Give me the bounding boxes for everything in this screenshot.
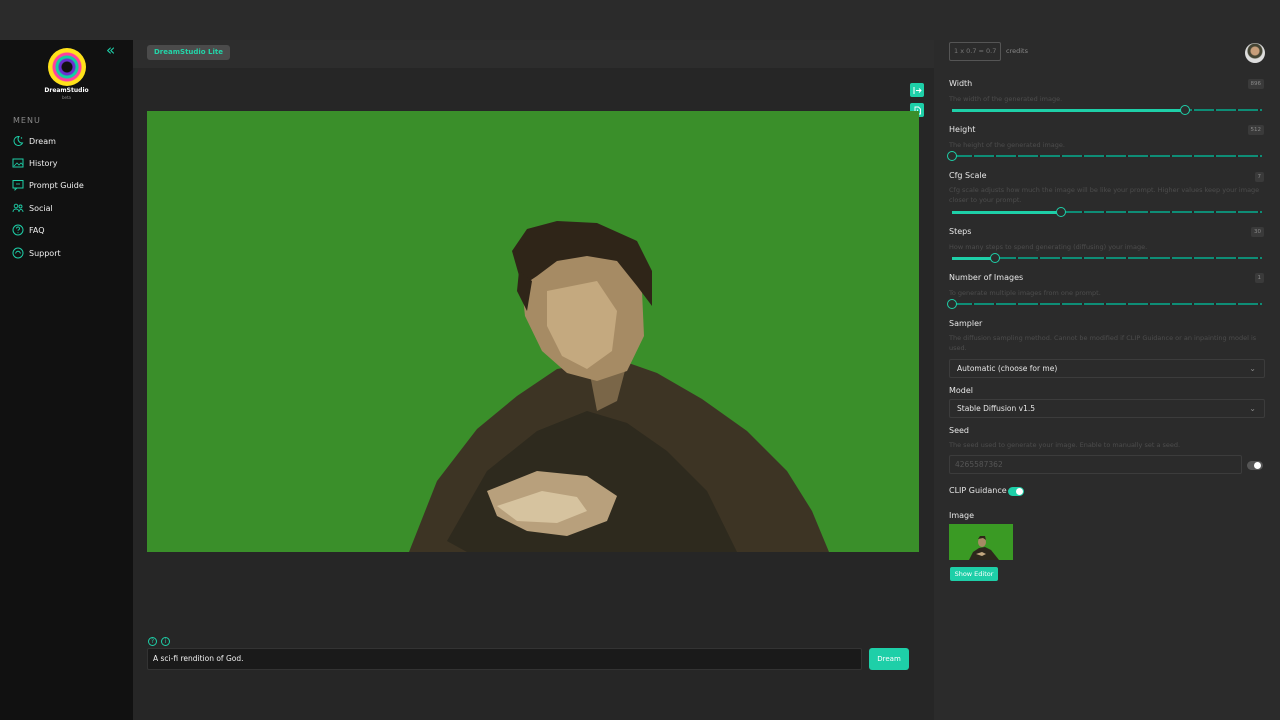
sidebar-item-label: Support bbox=[29, 248, 61, 258]
steps-description: How many steps to spend generating (diff… bbox=[949, 243, 1148, 251]
cfg-scale-value: 7 bbox=[1254, 172, 1264, 182]
sidebar: DreamStudio beta « MENU Dream History Pr… bbox=[0, 40, 133, 720]
model-label: Model bbox=[949, 386, 974, 395]
steps-slider[interactable] bbox=[952, 253, 1262, 263]
cfg-scale-label: Cfg Scale bbox=[949, 171, 987, 180]
prompt-guide-icon bbox=[12, 180, 24, 191]
number-of-images-value: 1 bbox=[1254, 273, 1264, 283]
steps-label: Steps bbox=[949, 227, 972, 236]
width-slider-thumb[interactable] bbox=[1179, 105, 1190, 115]
width-label: Width bbox=[949, 79, 973, 88]
steps-value: 30 bbox=[1251, 227, 1264, 237]
generated-image-canvas[interactable] bbox=[147, 111, 919, 552]
support-icon bbox=[12, 247, 24, 259]
clip-guidance-toggle[interactable] bbox=[1008, 487, 1024, 496]
number-of-images-slider[interactable] bbox=[947, 299, 1262, 309]
init-image-thumbnail[interactable] bbox=[949, 524, 1013, 560]
height-label: Height bbox=[949, 125, 976, 134]
menu-label: MENU bbox=[13, 116, 41, 125]
sidebar-item-label: Social bbox=[29, 203, 53, 213]
top-bar bbox=[0, 0, 1280, 40]
sidebar-item-history[interactable]: History bbox=[12, 154, 57, 172]
prompt-help-row: ? i bbox=[148, 637, 170, 646]
width-slider[interactable] bbox=[952, 105, 1262, 115]
seed-label: Seed bbox=[949, 426, 969, 435]
width-slider-fill bbox=[952, 108, 1185, 112]
dream-button[interactable]: Dream bbox=[869, 648, 909, 670]
height-description: The height of the generated image. bbox=[949, 141, 1065, 149]
steps-slider-fill bbox=[952, 256, 996, 260]
clip-guidance-toggle-knob bbox=[1016, 488, 1023, 495]
seed-toggle-knob bbox=[1254, 462, 1261, 469]
image-label: Image bbox=[949, 511, 975, 520]
cfg-scale-slider-fill bbox=[952, 210, 1061, 214]
prompt-input[interactable]: A sci-fi rendition of God. bbox=[147, 648, 862, 670]
height-slider[interactable] bbox=[947, 151, 1262, 161]
chevron-down-icon: ⌄ bbox=[1249, 404, 1256, 413]
model-select-value: Stable Diffusion v1.5 bbox=[957, 404, 1036, 413]
credits-label: credits bbox=[1006, 47, 1028, 55]
collapse-sidebar-icon[interactable]: « bbox=[106, 43, 115, 58]
number-of-images-slider-thumb[interactable] bbox=[947, 299, 957, 309]
cfg-scale-slider-thumb[interactable] bbox=[1055, 207, 1066, 217]
dream-moon-icon bbox=[13, 135, 24, 146]
sidebar-item-dream[interactable]: Dream bbox=[12, 132, 56, 150]
dreamstudio-logo[interactable] bbox=[48, 48, 86, 86]
expand-panel-icon[interactable] bbox=[910, 83, 924, 97]
faq-question-icon bbox=[12, 224, 24, 236]
sidebar-item-social[interactable]: Social bbox=[12, 199, 53, 217]
number-of-images-description: To generate multiple images from one pro… bbox=[949, 289, 1101, 297]
dreamstudio-lite-badge[interactable]: DreamStudio Lite bbox=[147, 45, 231, 60]
number-of-images-label: Number of Images bbox=[949, 273, 1024, 282]
cfg-scale-slider[interactable] bbox=[952, 207, 1262, 217]
width-value: 896 bbox=[1247, 79, 1264, 89]
sampler-select-value: Automatic (choose for me) bbox=[957, 364, 1058, 373]
width-description: The width of the generated image. bbox=[949, 95, 1063, 103]
chevron-down-icon: ⌄ bbox=[1249, 364, 1256, 373]
sidebar-item-support[interactable]: Support bbox=[12, 244, 61, 262]
sampler-label: Sampler bbox=[949, 319, 983, 328]
sidebar-item-label: FAQ bbox=[29, 225, 45, 235]
credits-calculation: 1 x 0.7 = 0.7 bbox=[949, 42, 1002, 61]
brand-name: DreamStudio bbox=[44, 87, 89, 94]
seed-toggle[interactable] bbox=[1247, 461, 1263, 470]
user-avatar[interactable] bbox=[1245, 43, 1265, 63]
info-icon[interactable]: i bbox=[161, 637, 170, 646]
sidebar-item-prompt-guide[interactable]: Prompt Guide bbox=[12, 176, 84, 194]
question-icon[interactable]: ? bbox=[148, 637, 157, 646]
seed-description: The seed used to generate your image. En… bbox=[949, 441, 1181, 449]
main-area: DreamStudio Lite ? i A sci-fi rendition … bbox=[133, 40, 934, 720]
sidebar-item-label: History bbox=[29, 158, 58, 168]
height-value: 512 bbox=[1247, 125, 1264, 135]
sampler-description: The diffusion sampling method. Cannot be… bbox=[949, 334, 1257, 352]
sidebar-item-label: Dream bbox=[29, 136, 56, 146]
show-editor-button[interactable]: Show Editor bbox=[950, 567, 998, 581]
seed-input[interactable]: 4265587362 bbox=[949, 455, 1242, 474]
social-users-icon bbox=[12, 203, 24, 213]
height-slider-thumb[interactable] bbox=[947, 151, 957, 161]
sidebar-item-faq[interactable]: FAQ bbox=[12, 221, 45, 239]
sampler-select[interactable]: Automatic (choose for me) ⌄ bbox=[949, 359, 1265, 378]
brand-sub: beta bbox=[61, 95, 72, 100]
main-header: DreamStudio Lite bbox=[133, 40, 934, 68]
cfg-scale-description: Cfg scale adjusts how much the image wil… bbox=[949, 186, 1260, 204]
history-image-icon bbox=[12, 158, 24, 168]
clip-guidance-label: CLIP Guidance bbox=[949, 486, 1007, 495]
model-select[interactable]: Stable Diffusion v1.5 ⌄ bbox=[949, 399, 1265, 418]
generated-image bbox=[147, 111, 919, 552]
sidebar-item-label: Prompt Guide bbox=[29, 180, 84, 190]
